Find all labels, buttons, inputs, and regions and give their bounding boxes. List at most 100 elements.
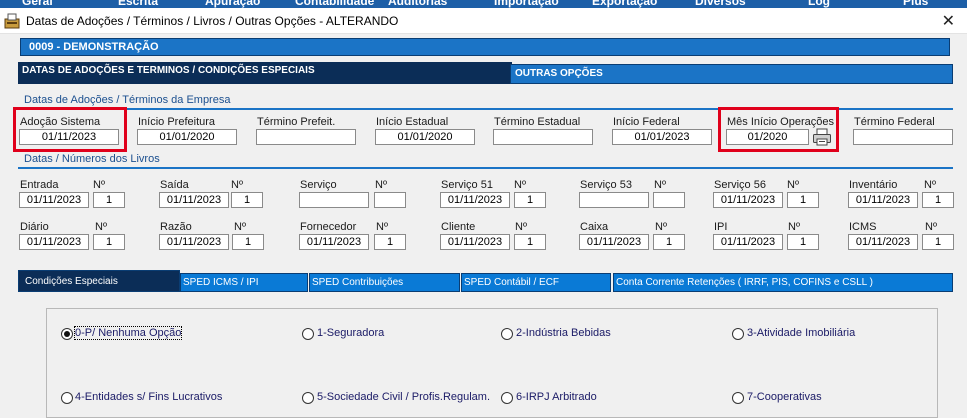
termino-estadual-field[interactable] bbox=[493, 129, 593, 145]
label-termino-prefeitura: Término Prefeit. bbox=[257, 116, 336, 128]
radio-condicao-0[interactable] bbox=[61, 328, 73, 340]
label-condicao-6[interactable]: 6-IRPJ Arbitrado bbox=[516, 391, 597, 403]
label-entrada: Entrada bbox=[20, 179, 59, 191]
inventario-date-field[interactable]: 01/11/2023 bbox=[848, 192, 918, 208]
label-num: Nº bbox=[655, 221, 667, 233]
label-condicao-0[interactable]: 0-P/ Nenhuma Opção bbox=[73, 326, 183, 340]
label-num: Nº bbox=[375, 179, 387, 191]
diario-num-field[interactable]: 1 bbox=[93, 234, 125, 250]
menu-contabilidade[interactable]: Contabilidade bbox=[295, 0, 374, 8]
label-num: Nº bbox=[95, 221, 107, 233]
servico-date-field[interactable] bbox=[299, 192, 369, 208]
menu-importacao[interactable]: Importação bbox=[494, 0, 559, 8]
razao-num-field[interactable]: 1 bbox=[232, 234, 264, 250]
menu-diversos[interactable]: Diversos bbox=[695, 0, 746, 8]
termino-federal-field[interactable] bbox=[853, 129, 953, 145]
diario-date-field[interactable]: 01/11/2023 bbox=[19, 234, 89, 250]
tab-sped-contabil-ecf[interactable]: SPED Contábil / ECF bbox=[461, 273, 611, 292]
tab-datas-adocoes[interactable]: DATAS DE ADOÇÕES E TERMINOS / CONDIÇÕES … bbox=[18, 62, 512, 84]
company-bar: 0009 - DEMONSTRAÇÃO bbox=[20, 38, 950, 56]
label-servico: Serviço bbox=[300, 179, 337, 191]
tab-sped-icms-ipi[interactable]: SPED ICMS / IPI bbox=[180, 273, 308, 292]
inicio-estadual-field[interactable]: 01/01/2020 bbox=[375, 129, 475, 145]
saida-date-field[interactable]: 01/11/2023 bbox=[159, 192, 229, 208]
label-condicao-3[interactable]: 3-Atividade Imobiliária bbox=[747, 327, 855, 339]
label-saida: Saída bbox=[160, 179, 189, 191]
menu-auditorias[interactable]: Auditorias bbox=[388, 0, 447, 8]
termino-prefeitura-field[interactable] bbox=[256, 129, 356, 145]
label-servico-53: Serviço 53 bbox=[580, 179, 632, 191]
section-title-adocoes: Datas de Adoções / Términos da Empresa bbox=[24, 94, 231, 106]
caixa-date-field[interactable]: 01/11/2023 bbox=[579, 234, 649, 250]
tab-condicoes-especiais[interactable]: Condições Especiais bbox=[18, 270, 180, 292]
label-icms: ICMS bbox=[849, 221, 877, 233]
menu-geral[interactable]: Geral bbox=[22, 0, 53, 8]
label-condicao-4[interactable]: 4-Entidades s/ Fins Lucrativos bbox=[75, 391, 222, 403]
servico-51-num-field[interactable]: 1 bbox=[514, 192, 546, 208]
label-num: Nº bbox=[925, 221, 937, 233]
inicio-federal-field[interactable]: 01/01/2023 bbox=[612, 129, 712, 145]
radio-condicao-6[interactable] bbox=[501, 392, 513, 404]
radio-condicao-3[interactable] bbox=[732, 328, 744, 340]
section-title-livros: Datas / Números dos Livros bbox=[24, 153, 160, 165]
label-num: Nº bbox=[787, 179, 799, 191]
highlight-mes-inicio-operacoes bbox=[718, 107, 839, 152]
cliente-num-field[interactable]: 1 bbox=[514, 234, 546, 250]
ipi-date-field[interactable]: 01/11/2023 bbox=[713, 234, 783, 250]
radio-condicao-4[interactable] bbox=[61, 392, 73, 404]
label-fornecedor: Fornecedor bbox=[300, 221, 357, 233]
menu-escrita[interactable]: Escrita bbox=[118, 0, 158, 8]
servico-56-date-field[interactable]: 01/11/2023 bbox=[713, 192, 783, 208]
label-num: Nº bbox=[654, 179, 666, 191]
tab-sped-contribuicoes[interactable]: SPED Contribuições bbox=[309, 273, 460, 292]
label-condicao-7[interactable]: 7-Cooperativas bbox=[747, 391, 822, 403]
label-razao: Razão bbox=[160, 221, 192, 233]
menu-exportacao[interactable]: Exportação bbox=[592, 0, 657, 8]
radio-condicao-7[interactable] bbox=[732, 392, 744, 404]
menu-plus[interactable]: Plus bbox=[903, 0, 928, 8]
fornecedor-date-field[interactable]: 01/11/2023 bbox=[299, 234, 369, 250]
menu-bar: Geral Escrita Apuração Contabilidade Aud… bbox=[0, 0, 967, 8]
label-termino-estadual: Término Estadual bbox=[494, 116, 581, 128]
label-inventario: Inventário bbox=[849, 179, 898, 191]
menu-apuracao[interactable]: Apuração bbox=[205, 0, 260, 8]
icms-num-field[interactable]: 1 bbox=[922, 234, 954, 250]
tab-conta-corrente-retencoes[interactable]: Conta Corrente Retenções ( IRRF, PIS, CO… bbox=[613, 273, 953, 292]
label-num: Nº bbox=[788, 221, 800, 233]
window-titlebar: Datas de Adoções / Términos / Livros / O… bbox=[0, 8, 967, 34]
ipi-num-field[interactable]: 1 bbox=[787, 234, 819, 250]
servico-num-field[interactable] bbox=[374, 192, 406, 208]
caixa-num-field[interactable]: 1 bbox=[653, 234, 685, 250]
tab-outras-opcoes[interactable]: OUTRAS OPÇÕES bbox=[510, 64, 953, 84]
close-icon[interactable]: ✕ bbox=[942, 11, 955, 31]
inventario-num-field[interactable]: 1 bbox=[922, 192, 954, 208]
label-condicao-5[interactable]: 5-Sociedade Civil / Profis.Regulam. bbox=[317, 391, 490, 403]
radio-condicao-5[interactable] bbox=[302, 392, 314, 404]
servico-53-num-field[interactable] bbox=[653, 192, 685, 208]
highlight-adocao-sistema bbox=[13, 107, 127, 152]
label-num: Nº bbox=[515, 221, 527, 233]
cliente-date-field[interactable]: 01/11/2023 bbox=[440, 234, 510, 250]
label-inicio-prefeitura: Início Prefeitura bbox=[138, 116, 216, 128]
label-num: Nº bbox=[376, 221, 388, 233]
radio-condicao-1[interactable] bbox=[302, 328, 314, 340]
entrada-num-field[interactable]: 1 bbox=[93, 192, 125, 208]
section-divider bbox=[18, 167, 953, 169]
fornecedor-num-field[interactable]: 1 bbox=[374, 234, 406, 250]
servico-53-date-field[interactable] bbox=[579, 192, 649, 208]
label-inicio-federal: Início Federal bbox=[613, 116, 680, 128]
saida-num-field[interactable]: 1 bbox=[231, 192, 263, 208]
servico-56-num-field[interactable]: 1 bbox=[787, 192, 819, 208]
menu-log[interactable]: Log bbox=[808, 0, 830, 8]
label-condicao-1[interactable]: 1-Seguradora bbox=[317, 327, 384, 339]
label-num: Nº bbox=[234, 221, 246, 233]
radio-condicao-2[interactable] bbox=[501, 328, 513, 340]
inicio-prefeitura-field[interactable]: 01/01/2020 bbox=[137, 129, 237, 145]
entrada-date-field[interactable]: 01/11/2023 bbox=[19, 192, 89, 208]
app-icon bbox=[4, 13, 20, 29]
razao-date-field[interactable]: 01/11/2023 bbox=[159, 234, 229, 250]
servico-51-date-field[interactable]: 01/11/2023 bbox=[440, 192, 510, 208]
icms-date-field[interactable]: 01/11/2023 bbox=[848, 234, 918, 250]
label-ipi: IPI bbox=[714, 221, 728, 233]
label-condicao-2[interactable]: 2-Indústria Bebidas bbox=[516, 327, 611, 339]
